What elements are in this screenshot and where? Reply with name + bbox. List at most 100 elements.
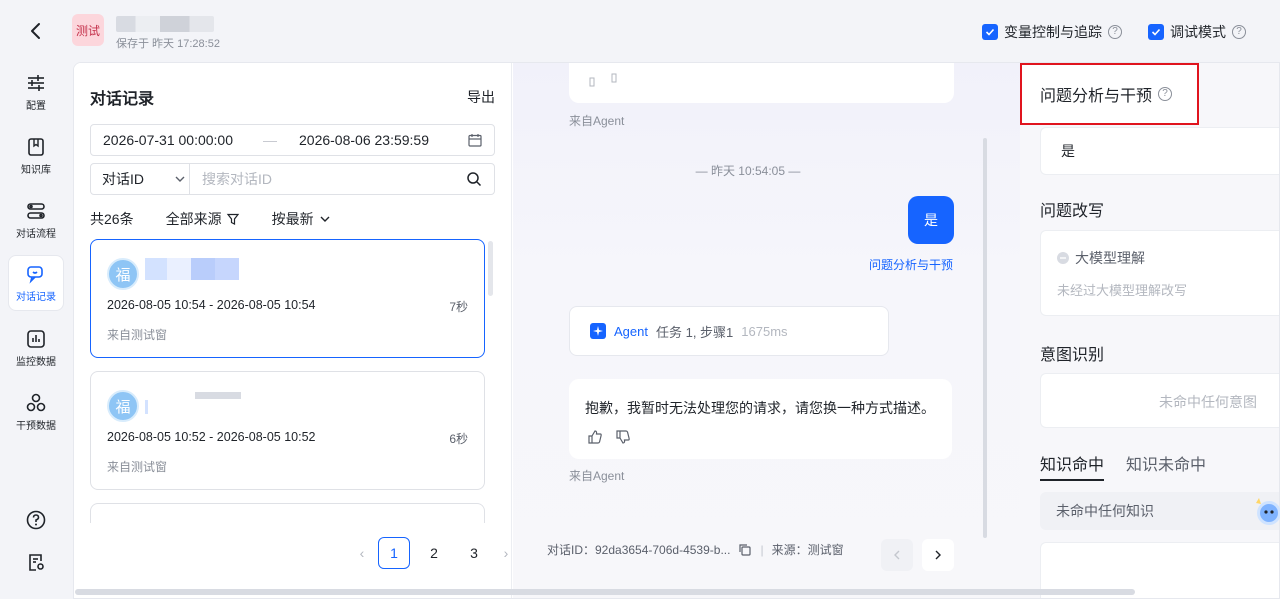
debug-mode-toggle[interactable]: 调试模式 ?	[1148, 22, 1246, 42]
document-settings-icon[interactable]	[26, 552, 46, 572]
user-name-redacted	[145, 258, 239, 280]
back-arrow-icon[interactable]	[26, 20, 46, 42]
from-agent-label: 来自Agent	[569, 469, 625, 483]
chevron-down-icon	[320, 216, 330, 222]
search-type-value: 对话ID	[102, 171, 144, 187]
nav-label: 配置	[26, 100, 46, 112]
agent-message-partial	[569, 63, 954, 103]
checkbox-checked-icon[interactable]	[1148, 24, 1164, 40]
help-icon[interactable]: ?	[1158, 87, 1173, 101]
source-filter[interactable]: 全部来源	[166, 209, 240, 229]
help-circle-icon[interactable]	[26, 510, 46, 530]
feedback-icons[interactable]	[589, 73, 625, 87]
records-scrollbar[interactable]	[488, 241, 493, 296]
page-2[interactable]: 2	[418, 537, 450, 569]
rewrite-box: 大模型理解 未经过大模型理解改写	[1040, 230, 1279, 316]
chevron-right-icon	[935, 550, 941, 560]
nav-item-records[interactable]: 对话记录	[8, 255, 64, 311]
tab-knowledge-hit[interactable]: 知识命中	[1040, 451, 1105, 481]
search-row: 对话ID	[90, 163, 495, 195]
record-card[interactable]	[90, 503, 485, 523]
record-duration: 6秒	[449, 432, 468, 446]
chat-bubble-icon	[27, 265, 43, 284]
chat-panel: 来自Agent — 昨天 10:54:05 — 是 问题分析与干预 Agent …	[513, 63, 1020, 598]
record-card[interactable]: 福 2026-08-05 10:52 - 2026-08-05 10:52 6秒…	[90, 371, 485, 490]
chat-scrollbar[interactable]	[983, 138, 987, 538]
circles-icon	[26, 393, 46, 411]
date-range-picker[interactable]: 2026-07-31 00:00:00 — 2026-08-06 23:59:5…	[90, 124, 495, 156]
llm-desc: 未经过大模型理解改写	[1057, 283, 1188, 298]
nav-label: 监控数据	[16, 356, 56, 368]
page-1[interactable]: 1	[378, 537, 410, 569]
tab-knowledge-miss[interactable]: 知识未命中	[1126, 451, 1206, 481]
chat-footer: 对话ID：92da3654-706d-4539-b... | 来源：测试窗	[547, 542, 844, 558]
copy-icon[interactable]	[738, 543, 752, 557]
record-time: 2026-08-05 10:52 - 2026-08-05 10:52	[107, 430, 316, 444]
knowledge-box: 未命中任何知识	[1040, 492, 1279, 530]
flow-icon	[27, 202, 45, 219]
intervene-link[interactable]: 问题分析与干预	[869, 256, 953, 273]
agent-step-box[interactable]: Agent 任务 1, 步骤1 1675ms	[569, 306, 889, 356]
analysis-answer-box: 是	[1040, 127, 1279, 175]
intent-title: 意图识别	[1040, 347, 1105, 364]
agent-name: Agent	[614, 323, 648, 339]
nav-item-intervene[interactable]: 干预数据	[8, 384, 64, 440]
nav-item-monitor[interactable]: 监控数据	[8, 320, 64, 376]
date-start[interactable]: 2026-07-31 00:00:00	[103, 132, 233, 148]
next-page-icon[interactable]: ›	[498, 545, 514, 561]
export-button[interactable]: 导出	[467, 87, 495, 107]
thumbs-up-icon[interactable]	[587, 429, 603, 445]
minus-circle-icon	[1057, 252, 1069, 264]
sort-select[interactable]: 按最新	[272, 209, 332, 229]
analysis-answer: 是	[1061, 143, 1075, 159]
agent-duration: 1675ms	[741, 323, 788, 339]
book-icon	[28, 137, 44, 156]
horizontal-scrollbar[interactable]	[75, 589, 1135, 595]
nav-label: 对话流程	[16, 228, 56, 240]
prev-conversation-button[interactable]	[881, 539, 913, 571]
calendar-icon	[468, 134, 482, 147]
side-nav: 配置 知识库 对话流程 对话记录 监控数据 干预数据	[0, 62, 72, 599]
intent-empty: 未命中任何意图	[1159, 394, 1257, 410]
search-icon[interactable]	[466, 171, 482, 187]
llm-label: 大模型理解	[1075, 250, 1145, 266]
search-type-select[interactable]: 对话ID	[91, 164, 190, 194]
agent-reply: 抱歉，我暂时无法处理您的请求，请您换一种方式描述。	[569, 379, 952, 459]
help-icon[interactable]: ?	[1108, 25, 1122, 39]
help-icon[interactable]: ?	[1232, 25, 1246, 39]
conversation-id: 对话ID：92da3654-706d-4539-b...	[547, 543, 731, 557]
debug-mode-label: 调试模式	[1170, 24, 1226, 40]
nav-label: 知识库	[21, 164, 51, 176]
records-title: 对话记录	[90, 91, 155, 108]
filter-icon	[226, 213, 239, 225]
thumbs-down-icon[interactable]	[615, 429, 631, 445]
knowledge-tabs: 知识命中 知识未命中	[1040, 451, 1206, 481]
app-name-redacted	[116, 16, 214, 32]
nav-item-knowledge[interactable]: 知识库	[8, 128, 64, 184]
nav-item-config[interactable]: 配置	[8, 64, 64, 120]
reply-text: 抱歉，我暂时无法处理您的请求，请您换一种方式描述。	[585, 400, 935, 416]
next-conversation-button[interactable]	[922, 539, 954, 571]
date-separator: —	[263, 132, 277, 148]
record-source: 来自测试窗	[107, 328, 168, 342]
avatar: 福	[107, 390, 139, 422]
record-card[interactable]: 福 2026-08-05 10:54 - 2026-08-05 10:54 7秒…	[90, 239, 485, 358]
sparkle-icon	[590, 323, 606, 339]
prev-page-icon[interactable]: ‹	[354, 545, 370, 561]
analysis-panel: 问题分析与干预 ? 是 问题改写 大模型理解 未经过大模型理解改写 意图识别 未…	[1020, 63, 1279, 598]
var-control-toggle[interactable]: 变量控制与追踪 ?	[982, 22, 1122, 42]
nav-label: 对话记录	[16, 291, 56, 303]
checkbox-checked-icon[interactable]	[982, 24, 998, 40]
nav-item-flow[interactable]: 对话流程	[8, 192, 64, 248]
save-time: 保存于 昨天 17:28:52	[116, 38, 220, 50]
date-end[interactable]: 2026-08-06 23:59:59	[299, 132, 429, 148]
page-3[interactable]: 3	[458, 537, 490, 569]
analysis-title: 问题分析与干预 ?	[1020, 63, 1199, 125]
pagination: ‹ 1 2 3 ›	[354, 537, 514, 569]
assistant-mascot-icon[interactable]	[1251, 493, 1280, 533]
source-filter-label: 全部来源	[165, 211, 222, 227]
knowledge-empty: 未命中任何知识	[1056, 503, 1154, 519]
search-input[interactable]	[190, 171, 466, 187]
chevron-left-icon	[894, 550, 900, 560]
top-bar: 测试 保存于 昨天 17:28:52 变量控制与追踪 ? 调试模式 ?	[0, 0, 1280, 62]
